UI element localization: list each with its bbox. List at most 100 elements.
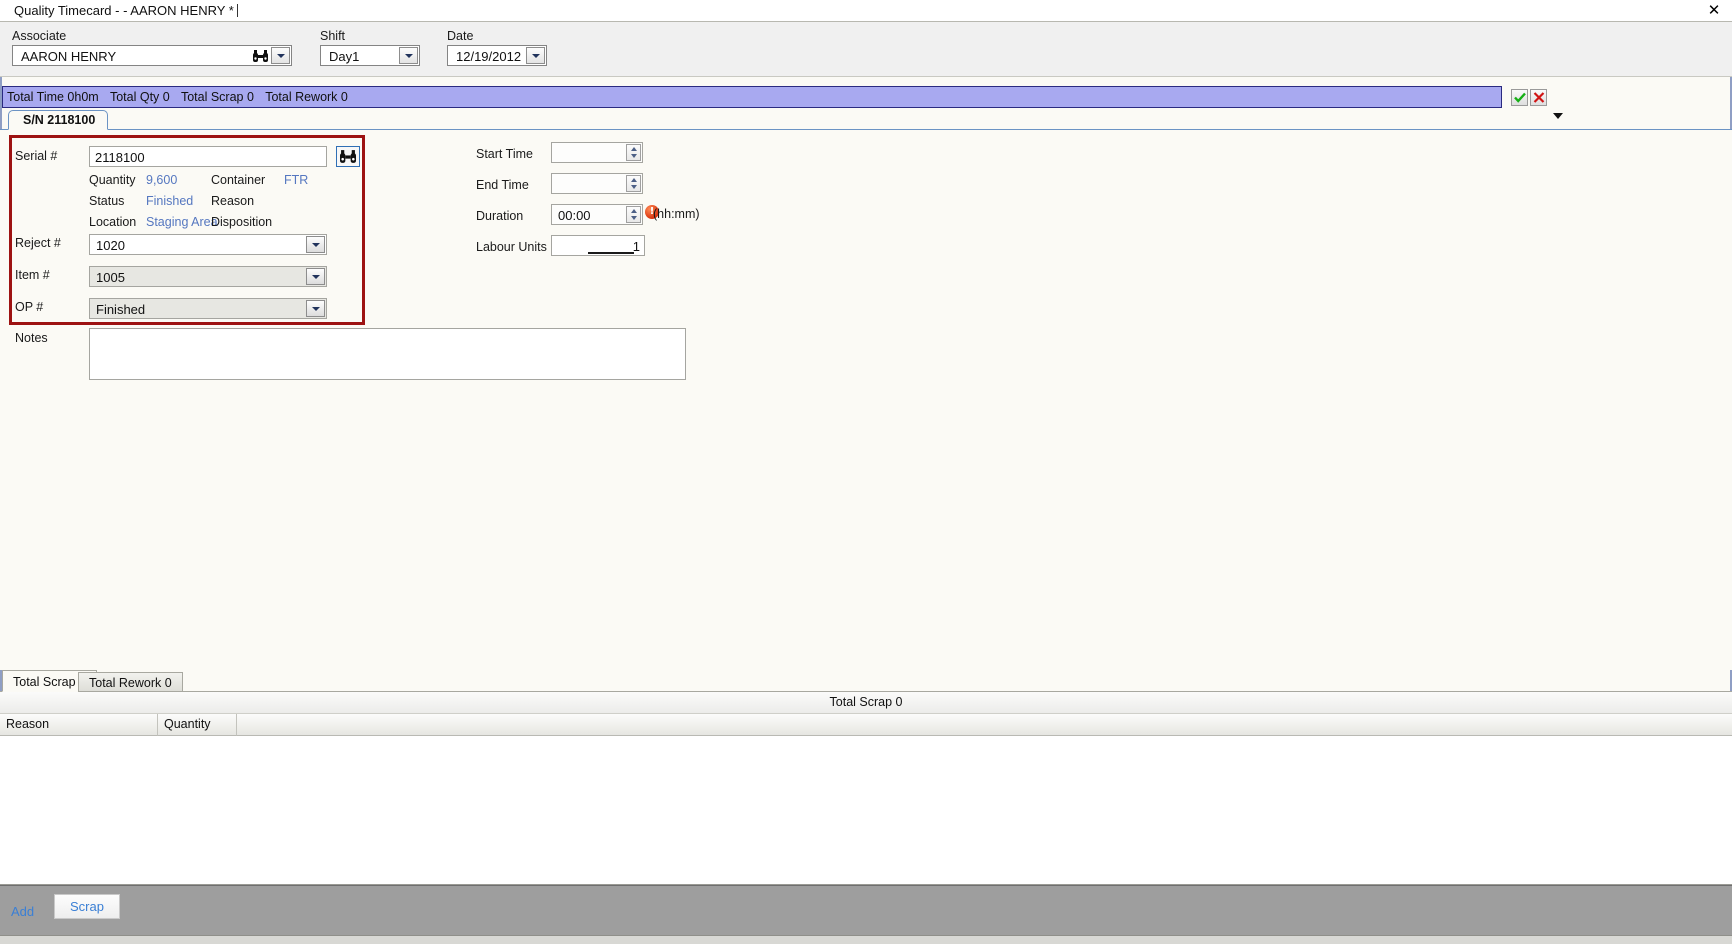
scrap-button[interactable]: Scrap <box>54 894 120 919</box>
item-label: Item # <box>15 268 50 282</box>
op-value: Finished <box>96 302 146 317</box>
location-value: Staging Area <box>146 215 218 229</box>
associate-dropdown-arrow[interactable] <box>271 47 290 64</box>
date-value[interactable]: 12/19/2012 <box>448 46 526 65</box>
x-icon <box>1533 92 1544 103</box>
reject-value: 1020 <box>96 238 125 253</box>
serial-lookup-button[interactable] <box>336 146 360 167</box>
associate-field-group: Associate AARON HENRY <box>12 29 292 66</box>
status-label: Status <box>89 194 125 208</box>
grid-header-row: Reason Quantity <box>0 714 1732 736</box>
totals-summary-bar: Total Time 0h0m Total Qty 0 Total Scrap … <box>2 86 1502 108</box>
reject-dropdown-arrow[interactable] <box>306 236 325 253</box>
grid-caption: Total Scrap 0 <box>0 692 1732 714</box>
duration-format-hint: (hh:mm) <box>653 207 700 221</box>
shift-label: Shift <box>320 29 346 43</box>
start-time-label: Start Time <box>476 147 533 161</box>
duration-spin-up[interactable] <box>627 207 640 215</box>
binoculars-icon[interactable] <box>251 46 271 65</box>
container-value: FTR <box>284 173 309 187</box>
quantity-value: 9,600 <box>146 173 178 187</box>
column-header-filler <box>237 714 1732 736</box>
end-time-spin-down[interactable] <box>627 184 640 192</box>
duration-label: Duration <box>476 209 524 223</box>
accept-button[interactable] <box>1511 89 1528 106</box>
cancel-button[interactable] <box>1530 89 1547 106</box>
end-time-input[interactable] <box>551 173 643 194</box>
associate-value[interactable]: AARON HENRY <box>13 46 251 65</box>
date-label: Date <box>447 29 474 43</box>
quality-timecard-window: Quality Timecard - - AARON HENRY * ✕ Ass… <box>0 0 1732 944</box>
duration-input[interactable]: 00:00 <box>551 204 643 225</box>
end-time-spinner[interactable] <box>626 175 641 192</box>
tab-total-rework[interactable]: Total Rework 0 <box>78 672 183 692</box>
check-icon <box>1513 92 1526 103</box>
tab-total-scrap-label: Total Scrap 0 <box>13 675 86 689</box>
serial-tab-label: S/N 2118100 <box>23 113 96 127</box>
op-dropdown[interactable]: Finished <box>89 298 327 319</box>
end-time-label: End Time <box>476 178 529 192</box>
shift-field-group: Shift Day1 <box>320 29 420 66</box>
total-rework-text: Total Rework 0 <box>265 90 348 104</box>
window-titlebar: Quality Timecard - - AARON HENRY * ✕ <box>0 0 1732 22</box>
reject-dropdown[interactable]: 1020 <box>89 234 327 255</box>
container-label: Container <box>211 173 266 187</box>
notes-input[interactable] <box>89 328 686 380</box>
item-dropdown-arrow[interactable] <box>306 268 325 285</box>
total-scrap-text: Total Scrap 0 <box>180 90 254 104</box>
associate-label: Associate <box>12 29 67 43</box>
serial-label: Serial # <box>15 149 58 163</box>
duration-spinner[interactable] <box>626 206 641 223</box>
duration-value[interactable]: 00:00 <box>552 205 626 224</box>
op-label: OP # <box>15 300 44 314</box>
associate-combo[interactable]: AARON HENRY <box>12 45 292 66</box>
item-dropdown[interactable]: 1005 <box>89 266 327 287</box>
date-combo[interactable]: 12/19/2012 <box>447 45 547 66</box>
column-header-quantity[interactable]: Quantity <box>158 714 237 736</box>
grid-body <box>0 736 1732 884</box>
start-time-spin-down[interactable] <box>627 153 640 161</box>
quantity-label: Quantity <box>89 173 136 187</box>
serial-input[interactable]: 2118100 <box>89 146 327 167</box>
labour-units-underline <box>588 252 634 254</box>
status-value: Finished <box>146 194 194 208</box>
column-header-reason[interactable]: Reason <box>0 714 158 736</box>
serial-tab[interactable]: S/N 2118100 <box>8 110 109 130</box>
serial-tabstrip: S/N 2118100 <box>0 110 1732 130</box>
end-time-spin-up[interactable] <box>627 176 640 184</box>
filter-bar: Associate AARON HENRY Shift Day1 Date 12… <box>0 22 1732 77</box>
shift-combo[interactable]: Day1 <box>320 45 420 66</box>
duration-spin-down[interactable] <box>627 215 640 223</box>
op-dropdown-arrow[interactable] <box>306 300 325 317</box>
start-time-spin-up[interactable] <box>627 145 640 153</box>
disposition-label: Disposition <box>211 215 273 229</box>
tab-total-rework-label: Total Rework 0 <box>89 676 172 690</box>
shift-dropdown-arrow[interactable] <box>399 47 418 64</box>
action-bar: Add Scrap <box>0 885 1732 935</box>
shift-value[interactable]: Day1 <box>321 46 399 65</box>
scrap-grid: Total Scrap 0 Reason Quantity <box>0 692 1732 885</box>
total-time-text: Total Time 0h0m <box>7 90 99 104</box>
reason-label: Reason <box>211 194 255 208</box>
status-strip <box>0 935 1732 944</box>
notes-label: Notes <box>15 331 48 345</box>
document-tab[interactable]: Quality Timecard - - AARON HENRY * <box>6 0 246 21</box>
date-field-group: Date 12/19/2012 <box>447 29 547 66</box>
add-button[interactable]: Add <box>11 904 34 919</box>
start-time-value[interactable] <box>552 143 626 162</box>
document-tab-label: Quality Timecard - - AARON HENRY * <box>14 3 234 18</box>
binoculars-icon <box>340 150 356 163</box>
timecard-form: Serial # 2118100 Quantity 9,600 Containe… <box>0 130 1732 670</box>
total-qty-text: Total Qty 0 <box>109 90 170 104</box>
start-time-spinner[interactable] <box>626 144 641 161</box>
close-icon[interactable]: ✕ <box>1705 1 1723 19</box>
end-time-value[interactable] <box>552 174 626 193</box>
text-caret <box>236 4 238 17</box>
item-value: 1005 <box>96 270 125 285</box>
reject-label: Reject # <box>15 236 61 250</box>
bottom-tabstrip: Total Scrap 0 Total Rework 0 <box>0 670 1732 692</box>
date-dropdown-arrow[interactable] <box>526 47 545 64</box>
location-label: Location <box>89 215 137 229</box>
labour-units-label: Labour Units <box>476 240 547 254</box>
start-time-input[interactable] <box>551 142 643 163</box>
